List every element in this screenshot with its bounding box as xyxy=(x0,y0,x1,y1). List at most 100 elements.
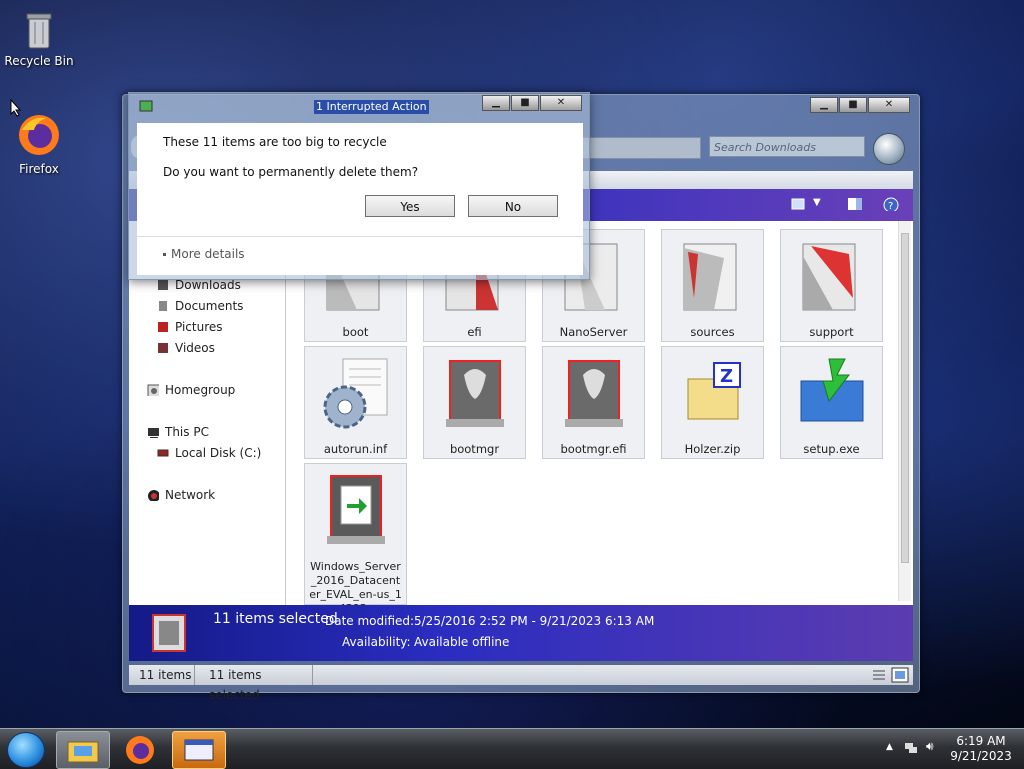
date-modified-value: 5/25/2016 2:52 PM - 9/21/2023 6:13 AM xyxy=(414,614,655,628)
folder-icon xyxy=(802,243,856,311)
nav-label: Videos xyxy=(175,341,215,355)
system-file-icon xyxy=(565,360,623,427)
file-tile[interactable]: Windows_Server_2016_Datacenter_EVAL_en-u… xyxy=(304,463,407,615)
taskbar-firefox[interactable] xyxy=(114,731,166,767)
desktop-icon-recycle-bin[interactable]: Recycle Bin xyxy=(4,10,74,68)
help-icon[interactable]: ? xyxy=(883,197,899,211)
dialog-title: 1 Interrupted Action xyxy=(314,100,429,114)
zip-file-icon: Z xyxy=(687,362,741,420)
no-button[interactable]: No xyxy=(468,195,558,217)
recycle-bin-label: Recycle Bin xyxy=(4,54,74,68)
file-tile[interactable]: setup.exe xyxy=(780,346,883,459)
clock-date: 9/21/2023 xyxy=(950,749,1012,763)
nav-item-homegroup[interactable]: Homegroup xyxy=(147,381,235,399)
desktop-icon-firefox[interactable]: Firefox xyxy=(4,112,74,176)
videos-icon xyxy=(158,343,168,353)
nav-item-videos[interactable]: Videos xyxy=(157,339,215,357)
file-name: sources xyxy=(690,325,735,339)
firefox-label: Firefox xyxy=(19,162,59,176)
file-tile[interactable]: support xyxy=(780,229,883,342)
maximize-button[interactable]: ■ xyxy=(839,97,867,113)
vertical-scrollbar[interactable] xyxy=(898,221,911,601)
nav-label: Downloads xyxy=(175,278,241,292)
file-name: NanoServer xyxy=(559,325,628,339)
dialog-minimize-button[interactable]: ▁ xyxy=(482,95,510,111)
file-name: bootmgr.efi xyxy=(560,442,627,456)
file-name: setup.exe xyxy=(803,442,860,456)
search-icon[interactable] xyxy=(873,133,905,165)
search-input[interactable]: Search Downloads xyxy=(709,136,865,157)
file-name: autorun.inf xyxy=(323,442,388,456)
details-pane: 11 items selected Date modified: 5/25/20… xyxy=(129,605,913,661)
file-tile[interactable]: autorun.inf xyxy=(304,346,407,459)
firefox-icon xyxy=(16,112,62,158)
downloads-icon xyxy=(158,280,168,290)
nav-label: Network xyxy=(165,488,216,502)
nav-label: Local Disk (C:) xyxy=(175,446,262,460)
taskbar: ▲ 🔊︎ 6:19 AM 9/21/2023 xyxy=(0,728,1024,769)
file-name: efi xyxy=(467,325,482,339)
dialog-maximize-button[interactable]: ■ xyxy=(511,95,539,111)
network-status-icon[interactable] xyxy=(904,740,918,754)
nav-item-this-pc[interactable]: This PC xyxy=(147,423,209,441)
large-icons-view-icon[interactable] xyxy=(891,667,909,683)
clock[interactable]: 6:19 AM 9/21/2023 xyxy=(946,734,1016,764)
system-tray: ▲ 🔊︎ 6:19 AM 9/21/2023 xyxy=(886,734,1016,764)
documents-icon xyxy=(159,301,167,311)
delete-confirmation-dialog: 1 Interrupted Action ▁ ■ ✕ These 11 item… xyxy=(128,92,590,280)
view-options-icon[interactable] xyxy=(791,197,807,211)
close-button[interactable]: ✕ xyxy=(868,97,910,113)
file-explorer-icon xyxy=(67,741,99,763)
system-file-icon xyxy=(446,360,504,427)
folder-icon xyxy=(683,243,737,311)
file-tile[interactable]: bootmgr xyxy=(423,346,526,459)
installer-icon xyxy=(800,358,864,422)
dialog-close-button[interactable]: ✕ xyxy=(540,95,582,111)
file-name: boot xyxy=(342,325,369,339)
expand-icon xyxy=(163,252,166,256)
availability-value: Available offline xyxy=(414,635,510,649)
minimize-button[interactable]: ▁ xyxy=(810,97,838,113)
dialog-message: These 11 items are too big to recycle xyxy=(163,135,387,149)
nav-item-local-disk[interactable]: Local Disk (C:) xyxy=(157,444,261,462)
address-bar[interactable] xyxy=(579,137,701,159)
show-hidden-icons-icon[interactable]: ▲ xyxy=(886,742,893,752)
this-pc-icon xyxy=(148,428,159,438)
volume-icon[interactable]: 🔊︎ xyxy=(926,739,934,754)
svg-text:Z: Z xyxy=(720,366,733,387)
window-app-icon xyxy=(184,739,214,761)
availability-label: Availability: xyxy=(342,635,411,649)
taskbar-window-app[interactable] xyxy=(172,731,226,769)
local-disk-icon xyxy=(157,449,169,457)
details-view-icon[interactable] xyxy=(871,668,887,682)
nav-label: Homegroup xyxy=(165,383,236,397)
file-tile[interactable]: Z Holzer.zip xyxy=(661,346,764,459)
selected-count: 11 items selected xyxy=(213,611,338,627)
explorer-window-controls: ▁ ■ ✕ xyxy=(809,97,910,113)
file-name: bootmgr xyxy=(449,442,500,456)
nav-item-documents[interactable]: Documents xyxy=(157,297,243,315)
dialog-body: These 11 items are too big to recycle Do… xyxy=(137,123,583,275)
yes-button[interactable]: Yes xyxy=(365,195,455,217)
file-name: Holzer.zip xyxy=(684,442,741,456)
date-modified-label: Date modified: xyxy=(325,614,415,628)
preview-pane-icon[interactable] xyxy=(847,197,863,211)
file-name: support xyxy=(809,325,854,339)
scrollbar-thumb[interactable] xyxy=(901,233,909,563)
homegroup-icon xyxy=(147,384,159,396)
more-details-label: More details xyxy=(171,247,245,261)
nav-item-network[interactable]: Network xyxy=(147,486,215,504)
more-details-toggle[interactable]: More details xyxy=(163,247,245,261)
recycle-bin-icon xyxy=(24,10,54,50)
svg-text:?: ? xyxy=(888,201,893,211)
status-item-count: 11 items xyxy=(129,665,195,685)
nav-label: Pictures xyxy=(175,320,223,334)
file-tile[interactable]: bootmgr.efi xyxy=(542,346,645,459)
firefox-icon xyxy=(126,736,154,764)
status-selected-count: 11 items selected xyxy=(199,665,313,702)
start-button[interactable] xyxy=(7,732,45,768)
nav-item-pictures[interactable]: Pictures xyxy=(157,318,223,336)
taskbar-file-explorer[interactable] xyxy=(56,731,110,769)
chevron-down-icon[interactable]: ▼ xyxy=(813,197,821,208)
file-tile[interactable]: sources xyxy=(661,229,764,342)
